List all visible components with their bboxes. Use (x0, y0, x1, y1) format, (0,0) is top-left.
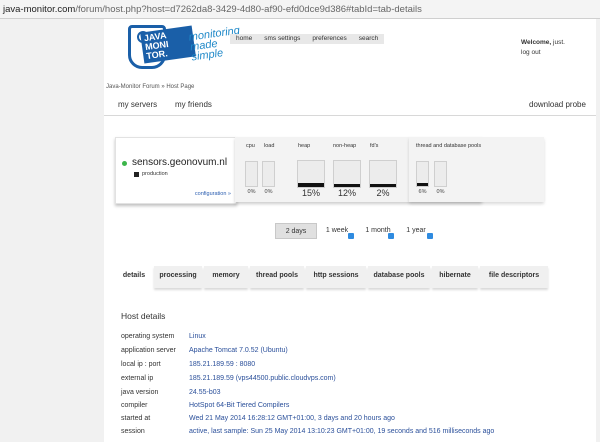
non-heap-gauge-fill (334, 184, 360, 187)
java-monitor-logo[interactable]: JAVA MONI TOR. monitoring made simple (116, 25, 241, 75)
welcome-text: Welcome, just. (521, 39, 565, 46)
pool1-gauge-fill (417, 183, 428, 186)
url-domain: java-monitor.com (3, 4, 76, 15)
my-friends-link[interactable]: my friends (175, 100, 212, 109)
cpu-value: 0% (247, 189, 256, 195)
lock-icon (388, 233, 394, 239)
tab-http-sessions[interactable]: http sessions (306, 266, 366, 288)
fds-value: 2% (376, 188, 390, 198)
load-value: 0% (264, 189, 273, 195)
non-heap-value: 12% (337, 188, 356, 198)
breadcrumb[interactable]: Java-Monitor Forum » Host Page (106, 84, 194, 90)
my-servers-link[interactable]: my servers (118, 100, 157, 109)
welcome-label: Welcome, (521, 39, 552, 46)
detail-value: HotSpot 64-Bit Tiered Compilers (189, 402, 290, 409)
page-content: JAVA MONI TOR. monitoring made simple ho… (104, 19, 596, 442)
url-path: /forum/host.php?host=d7262da8-3429-4d80-… (75, 4, 422, 15)
host-details-title: Host details (121, 311, 166, 321)
tab-file-descriptors[interactable]: file descriptors (480, 266, 548, 288)
nav-home[interactable]: home (230, 34, 258, 44)
load-gauge[interactable] (262, 161, 275, 187)
detail-key: local ip : port (121, 361, 161, 368)
detail-key: external ip (121, 375, 154, 382)
fds-gauge[interactable] (369, 160, 397, 188)
logo-tagline: monitoring made simple (188, 24, 241, 64)
heap-gauge[interactable] (297, 160, 325, 188)
user-name: just. (553, 39, 565, 46)
address-bar[interactable]: java-monitor.com/forum/host.php?host=d72… (0, 0, 600, 19)
detail-value: Apache Tomcat 7.0.52 (Ubuntu) (189, 347, 288, 354)
detail-value: 185.21.189.59 (vps44500.public.cloudvps.… (189, 375, 336, 382)
non-heap-label: non-heap (333, 143, 357, 149)
heap-gauge-fill (298, 183, 324, 187)
non-heap-gauge[interactable] (333, 160, 361, 188)
pool1-gauge[interactable] (416, 161, 429, 187)
tab-database-pools[interactable]: database pools (368, 266, 430, 288)
tab-thread-pools[interactable]: thread pools (250, 266, 304, 288)
heap-label: heap (298, 143, 311, 149)
host-tabs: details processing memory thread pools h… (116, 266, 548, 290)
lock-icon (348, 233, 354, 239)
nav-search[interactable]: search (353, 34, 385, 44)
detail-key: application server (121, 347, 176, 354)
detail-key: session (121, 428, 145, 435)
detail-value: active, last sample: Sun 25 May 2014 13:… (189, 428, 495, 435)
detail-key: compiler (121, 402, 148, 409)
host-name: sensors.geonovum.nl (132, 157, 228, 168)
heap-value: 15% (301, 188, 320, 198)
detail-key: java version (121, 389, 159, 396)
status-indicator-icon (122, 161, 127, 166)
page-margin-right (596, 19, 600, 442)
tab-memory[interactable]: memory (204, 266, 248, 288)
detail-key: started at (121, 415, 151, 422)
pools-label: thread and database pools (416, 143, 482, 149)
environment-label: production (142, 171, 168, 177)
cpu-gauge[interactable] (245, 161, 258, 187)
page-margin-left (0, 19, 104, 442)
fds-gauge-fill (370, 184, 396, 187)
configuration-link[interactable]: configuration » (195, 191, 231, 197)
tab-hibernate[interactable]: hibernate (432, 266, 478, 288)
tab-details[interactable]: details (116, 266, 152, 290)
tab-processing[interactable]: processing (154, 266, 202, 288)
production-flag-icon (134, 172, 139, 177)
detail-value: 185.21.189.59 : 8080 (189, 361, 256, 368)
top-navigation: home sms settings preferences search (230, 34, 385, 44)
fds-label: fd's (370, 143, 379, 149)
lock-icon (427, 233, 433, 239)
sub-navigation: my servers my friends download probe (104, 95, 596, 116)
nav-preferences[interactable]: preferences (306, 34, 352, 44)
load-label: load (264, 143, 275, 149)
pool2-gauge[interactable] (434, 161, 447, 187)
download-probe-link[interactable]: download probe (529, 100, 586, 109)
detail-value: Wed 21 May 2014 16:28:12 GMT+01:00, 3 da… (189, 415, 395, 422)
detail-value: Linux (189, 333, 206, 340)
detail-key: operating system (121, 333, 175, 340)
detail-value: 24.55-b03 (189, 389, 221, 396)
host-card: sensors.geonovum.nl production configura… (115, 137, 237, 204)
logout-link[interactable]: log out (521, 49, 541, 56)
nav-sms-settings[interactable]: sms settings (258, 34, 306, 44)
range-2-days[interactable]: 2 days (275, 223, 317, 239)
cpu-label: cpu (246, 143, 255, 149)
pool1-value: 6% (418, 189, 427, 195)
pool2-value: 0% (436, 189, 445, 195)
